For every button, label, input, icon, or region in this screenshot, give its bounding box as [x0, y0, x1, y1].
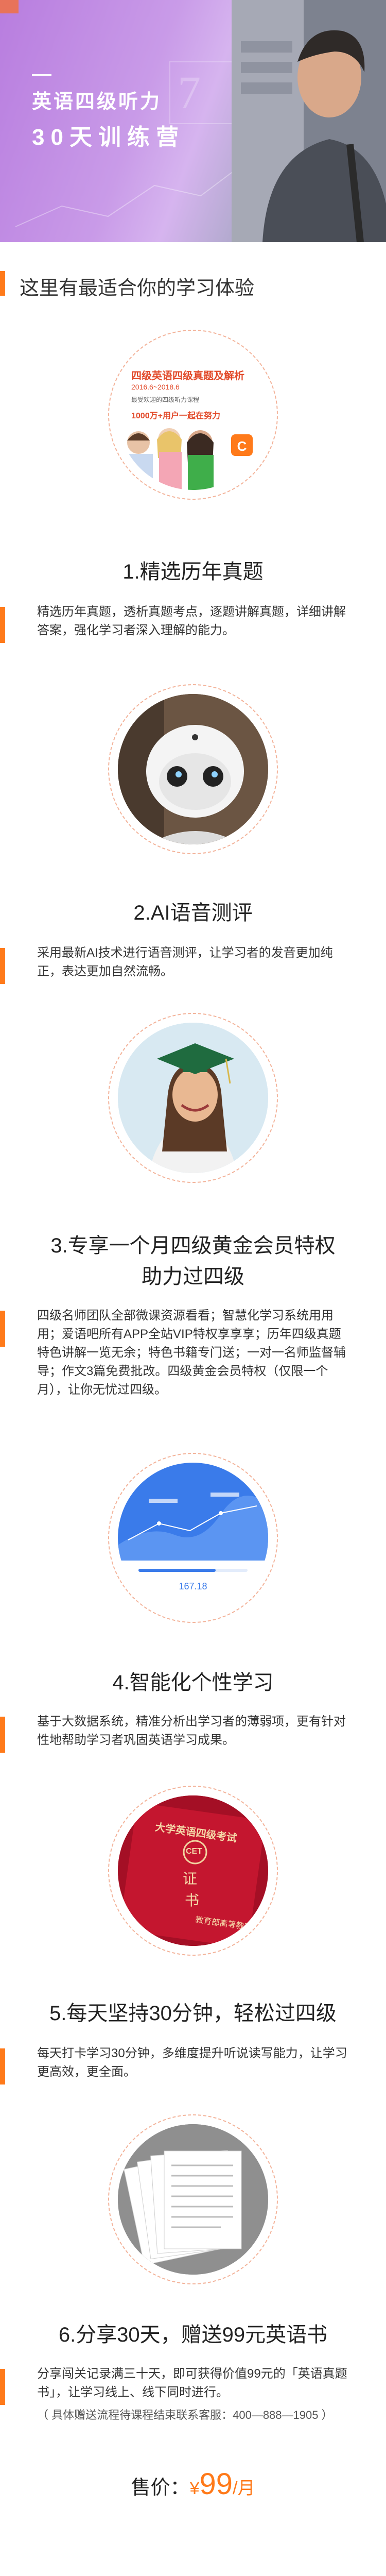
certificate-image: 大学英语四级考试 CET 证 书 教育部高等教育司 [118, 1795, 268, 1946]
feature3-image-circle [108, 1013, 278, 1183]
landing-page: 7 英语四级听力 30天训练营 这里有最适合你的学习体验 四级英语四级真题及解析… [0, 0, 386, 2576]
feature4-accent-bar [0, 1717, 5, 1753]
feature6-accent-bar [0, 2369, 5, 2405]
feature5-title: 5.每天坚持30分钟，轻松过四级 [49, 2002, 337, 2025]
analytics-image: 167.18 [118, 1463, 268, 1613]
section-heading: 这里有最适合你的学习体验 [0, 268, 386, 299]
feature1-desc: 精选历年真题，透析真题考点，逐题讲解真题，详细讲解答案，强化学习者深入理解的能力… [37, 605, 346, 637]
heading-accent-bar [0, 271, 5, 296]
feature1-image-circle: 四级英语四级真题及解析 2016.6~2018.6 最受欢迎的四级听力课程 10… [108, 330, 278, 500]
student-photo [232, 0, 386, 242]
feature2-image-circle [108, 684, 278, 854]
title-rule [32, 74, 51, 76]
feature3-desc: 四级名师团队全部微课资源看看；智慧化学习系统用用用；爱语吧所有APP全站VIP特… [37, 1309, 346, 1397]
exam-banner-image: 四级英语四级真题及解析 2016.6~2018.6 最受欢迎的四级听力课程 10… [118, 340, 268, 490]
feature6-image-circle [108, 2114, 278, 2284]
feature5-accent-bar [0, 2048, 5, 2084]
feature2-accent-bar [0, 948, 5, 984]
hero-title-line2: 30天训练营 [32, 125, 185, 150]
cert-char2: 书 [185, 1892, 200, 1908]
papers-illustration [118, 2124, 268, 2275]
price-line: 售价：¥99/月 [0, 2467, 386, 2501]
graduate-illustration [118, 1023, 268, 1173]
price-amount: 99 [199, 2467, 233, 2501]
section-heading-text: 这里有最适合你的学习体验 [20, 278, 255, 299]
price-label: 售价： [131, 2477, 190, 2499]
banner-date: 2016.6~2018.6 [131, 383, 180, 391]
feature3-title-line2: 助力过四级 [142, 1265, 244, 1288]
svg-text:7: 7 [178, 67, 201, 118]
feature5-desc: 每天打卡学习30分钟，多维度提升听说读写能力，让学习更高效，更全面。 [37, 2046, 347, 2079]
analytics-value: 167.18 [179, 1581, 207, 1591]
robot-image [118, 694, 268, 844]
robot-illustration [118, 694, 268, 844]
banner-users: 1000万+用户一起在努力 [131, 412, 220, 420]
feature4-desc: 基于大数据系统，精准分析出学习者的薄弱项，更有针对性地帮助学习者巩固英语学习成果… [37, 1715, 346, 1747]
cert-logo: CET [186, 1847, 202, 1856]
svg-text:C: C [237, 438, 247, 454]
price-unit: /月 [233, 2479, 255, 2498]
banner-title: 四级英语四级真题及解析 [131, 370, 244, 382]
feature6-desc: 分享闯关记录满三十天，即可获得价值99元的「英语真题书」，让学习线上、线下同时进… [37, 2367, 347, 2399]
feature4-title: 4.智能化个性学习 [112, 1671, 274, 1694]
hero-title-line1: 英语四级听力 [32, 91, 162, 113]
feature6-note: （ 具体赠送流程待课程结束联系客服：400—888—1905 ） [37, 2409, 333, 2421]
feature4-image-circle: 167.18 [108, 1453, 278, 1623]
feature6-title: 6.分享30天，赠送99元英语书 [58, 2324, 328, 2346]
feature1-title: 1.精选历年真题 [122, 561, 264, 583]
graduate-image [118, 1023, 268, 1173]
price-currency: ¥ [189, 2479, 200, 2498]
feature2-desc: 采用最新AI技术进行语音测评，让学习者的发音更加纯正，表达更加自然流畅。 [37, 946, 333, 978]
cert-char1: 证 [183, 1871, 198, 1887]
feature1-accent-bar [0, 607, 5, 643]
feature2-title: 2.AI语音测评 [133, 902, 253, 924]
hero-banner: 7 英语四级听力 30天训练营 [0, 0, 386, 242]
feature5-image-circle: 大学英语四级考试 CET 证 书 教育部高等教育司 [108, 1786, 278, 1956]
people-illustration: C [124, 428, 253, 490]
banner-sub: 最受欢迎的四级听力课程 [131, 396, 200, 403]
exam-papers-image [118, 2124, 268, 2275]
feature3-accent-bar [0, 1311, 5, 1347]
feature3-title-line1: 3.专享一个月四级黄金会员特权 [50, 1234, 336, 1257]
